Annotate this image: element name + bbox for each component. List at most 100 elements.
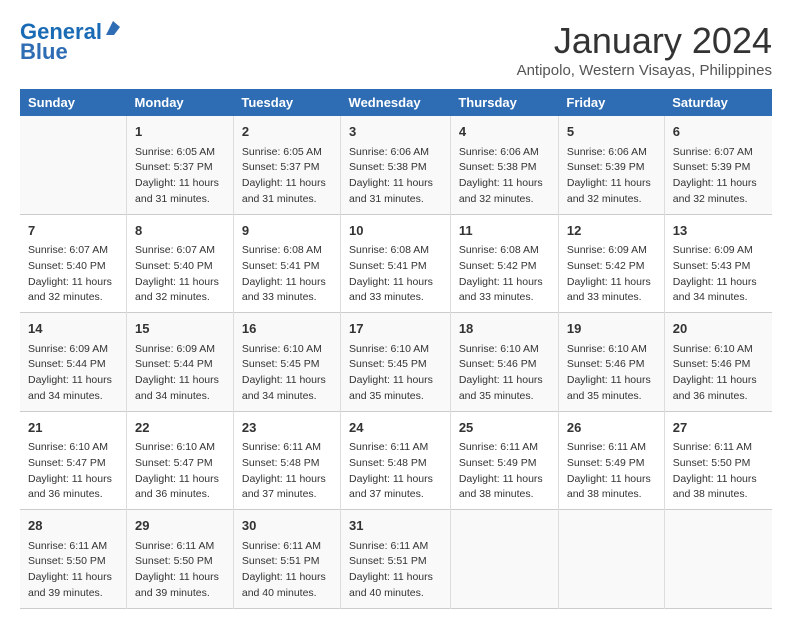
calendar-cell: 1Sunrise: 6:05 AMSunset: 5:37 PMDaylight…: [127, 116, 234, 214]
calendar-cell: 5Sunrise: 6:06 AMSunset: 5:39 PMDaylight…: [558, 116, 664, 214]
calendar-week-row: 1Sunrise: 6:05 AMSunset: 5:37 PMDaylight…: [20, 116, 772, 214]
day-info-text: Sunrise: 6:11 AM: [242, 440, 332, 456]
day-info-text: and 31 minutes.: [349, 192, 442, 208]
day-info-text: Daylight: 11 hours: [673, 373, 764, 389]
calendar-cell: 2Sunrise: 6:05 AMSunset: 5:37 PMDaylight…: [233, 116, 340, 214]
day-info-text: Sunset: 5:50 PM: [135, 554, 225, 570]
day-info-text: Daylight: 11 hours: [567, 275, 656, 291]
day-number: 11: [459, 221, 550, 241]
day-info-text: Sunrise: 6:10 AM: [135, 440, 225, 456]
day-info-text: Sunrise: 6:09 AM: [673, 243, 764, 259]
day-number: 4: [459, 122, 550, 142]
day-info-text: and 32 minutes.: [135, 290, 225, 306]
calendar-cell: 26Sunrise: 6:11 AMSunset: 5:49 PMDayligh…: [558, 411, 664, 510]
day-number: 13: [673, 221, 764, 241]
calendar-cell: 23Sunrise: 6:11 AMSunset: 5:48 PMDayligh…: [233, 411, 340, 510]
day-info-text: Daylight: 11 hours: [242, 176, 332, 192]
day-info-text: Daylight: 11 hours: [349, 275, 442, 291]
day-info-text: Daylight: 11 hours: [135, 373, 225, 389]
day-info-text: Sunset: 5:39 PM: [673, 160, 764, 176]
day-info-text: Sunset: 5:46 PM: [673, 357, 764, 373]
day-info-text: and 31 minutes.: [242, 192, 332, 208]
day-number: 22: [135, 418, 225, 438]
calendar-week-row: 21Sunrise: 6:10 AMSunset: 5:47 PMDayligh…: [20, 411, 772, 510]
day-info-text: and 40 minutes.: [242, 586, 332, 602]
day-info-text: Sunrise: 6:11 AM: [242, 539, 332, 555]
day-number: 21: [28, 418, 118, 438]
day-info-text: Sunrise: 6:07 AM: [135, 243, 225, 259]
day-info-text: Daylight: 11 hours: [459, 373, 550, 389]
day-info-text: Sunset: 5:44 PM: [135, 357, 225, 373]
day-number: 20: [673, 319, 764, 339]
day-info-text: and 33 minutes.: [567, 290, 656, 306]
day-info-text: Daylight: 11 hours: [242, 472, 332, 488]
day-info-text: and 36 minutes.: [135, 487, 225, 503]
day-info-text: and 33 minutes.: [459, 290, 550, 306]
day-number: 10: [349, 221, 442, 241]
day-info-text: Daylight: 11 hours: [135, 176, 225, 192]
day-number: 5: [567, 122, 656, 142]
col-header-sunday: Sunday: [20, 89, 127, 116]
day-info-text: and 39 minutes.: [28, 586, 118, 602]
day-info-text: Sunset: 5:40 PM: [28, 259, 118, 275]
day-number: 14: [28, 319, 118, 339]
day-info-text: Sunrise: 6:09 AM: [135, 342, 225, 358]
day-info-text: Daylight: 11 hours: [242, 275, 332, 291]
day-info-text: and 35 minutes.: [349, 389, 442, 405]
day-info-text: Sunrise: 6:11 AM: [459, 440, 550, 456]
day-info-text: and 34 minutes.: [28, 389, 118, 405]
day-info-text: and 31 minutes.: [135, 192, 225, 208]
calendar-cell: 19Sunrise: 6:10 AMSunset: 5:46 PMDayligh…: [558, 313, 664, 412]
day-info-text: Daylight: 11 hours: [459, 275, 550, 291]
day-number: 2: [242, 122, 332, 142]
calendar-cell: 27Sunrise: 6:11 AMSunset: 5:50 PMDayligh…: [664, 411, 772, 510]
day-info-text: Daylight: 11 hours: [28, 275, 118, 291]
calendar-cell: 31Sunrise: 6:11 AMSunset: 5:51 PMDayligh…: [341, 510, 451, 609]
day-info-text: Daylight: 11 hours: [242, 373, 332, 389]
day-info-text: Sunset: 5:42 PM: [459, 259, 550, 275]
calendar-cell: 30Sunrise: 6:11 AMSunset: 5:51 PMDayligh…: [233, 510, 340, 609]
calendar-cell: 11Sunrise: 6:08 AMSunset: 5:42 PMDayligh…: [450, 214, 558, 313]
day-info-text: Daylight: 11 hours: [673, 472, 764, 488]
day-info-text: Sunrise: 6:11 AM: [135, 539, 225, 555]
calendar-cell: 7Sunrise: 6:07 AMSunset: 5:40 PMDaylight…: [20, 214, 127, 313]
day-info-text: Sunset: 5:37 PM: [135, 160, 225, 176]
day-info-text: Sunrise: 6:11 AM: [349, 539, 442, 555]
day-info-text: Sunset: 5:38 PM: [459, 160, 550, 176]
day-info-text: and 35 minutes.: [567, 389, 656, 405]
day-info-text: and 34 minutes.: [135, 389, 225, 405]
day-info-text: Daylight: 11 hours: [459, 472, 550, 488]
day-info-text: Sunrise: 6:10 AM: [349, 342, 442, 358]
logo-bird-icon: [104, 19, 122, 37]
calendar-week-row: 7Sunrise: 6:07 AMSunset: 5:40 PMDaylight…: [20, 214, 772, 313]
day-number: 6: [673, 122, 764, 142]
day-info-text: Sunset: 5:49 PM: [459, 456, 550, 472]
day-number: 16: [242, 319, 332, 339]
day-number: 3: [349, 122, 442, 142]
day-number: 15: [135, 319, 225, 339]
day-info-text: Sunset: 5:43 PM: [673, 259, 764, 275]
day-number: 30: [242, 516, 332, 536]
day-number: 19: [567, 319, 656, 339]
day-info-text: and 39 minutes.: [135, 586, 225, 602]
day-info-text: Sunset: 5:49 PM: [567, 456, 656, 472]
day-info-text: Daylight: 11 hours: [459, 176, 550, 192]
calendar-cell: 22Sunrise: 6:10 AMSunset: 5:47 PMDayligh…: [127, 411, 234, 510]
day-info-text: Sunset: 5:40 PM: [135, 259, 225, 275]
calendar-cell: 8 Sunrise: 6:07 AMSunset: 5:40 PMDaylight…: [127, 214, 234, 313]
day-info-text: and 32 minutes.: [567, 192, 656, 208]
calendar-week-row: 28Sunrise: 6:11 AMSunset: 5:50 PMDayligh…: [20, 510, 772, 609]
day-number: 25: [459, 418, 550, 438]
day-info-text: and 32 minutes.: [28, 290, 118, 306]
day-number: 8: [135, 221, 225, 241]
day-info-text: Daylight: 11 hours: [135, 275, 225, 291]
location-subtitle: Antipolo, Western Visayas, Philippines: [517, 62, 772, 79]
calendar-cell: 4Sunrise: 6:06 AMSunset: 5:38 PMDaylight…: [450, 116, 558, 214]
day-info-text: Sunset: 5:41 PM: [242, 259, 332, 275]
calendar-cell: 15 Sunrise: 6:09 AMSunset: 5:44 PMDayligh…: [127, 313, 234, 412]
calendar-cell: [664, 510, 772, 609]
day-info-text: Daylight: 11 hours: [242, 570, 332, 586]
day-number: 26: [567, 418, 656, 438]
month-title: January 2024: [517, 20, 772, 62]
day-info-text: Sunrise: 6:10 AM: [28, 440, 118, 456]
